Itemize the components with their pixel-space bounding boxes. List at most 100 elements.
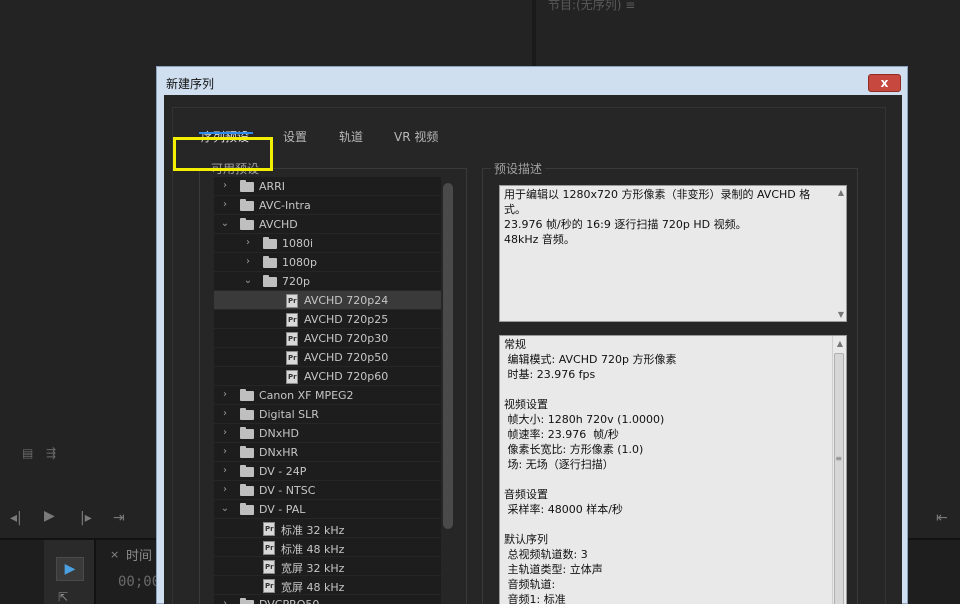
tree-preset-row[interactable]: Pr 宽屏 32 kHz: [214, 557, 441, 576]
details-line: 采样率: 48000 样本/秒: [504, 503, 623, 516]
tree-preset-row[interactable]: Pr 标准 48 kHz: [214, 538, 441, 557]
step-forward-icon[interactable]: |▸: [80, 510, 92, 526]
preset-description-group: 预设描述 用于编辑以 1280x720 方形像素（非变形）录制的 AVCHD 格…: [482, 160, 858, 604]
tree-folder-row[interactable]: › ARRI: [214, 177, 441, 196]
scroll-grip-icon: ≡: [835, 454, 842, 463]
step-back-icon[interactable]: ◂|: [10, 510, 22, 526]
tree-folder-row[interactable]: › AVC-Intra: [214, 196, 441, 215]
details-scroll-up-icon[interactable]: ▲: [837, 339, 843, 348]
expand-icon[interactable]: ⇤: [936, 510, 948, 526]
chevron-down-icon[interactable]: ⌄: [243, 275, 253, 286]
tree-folder-row[interactable]: ⌄ 720p: [214, 272, 441, 291]
tabs-container: 序列预设 设置 轨道 VR 视频 可用预设 › ARRI › AVC-Intra ⌄ AV…: [172, 107, 886, 604]
details-line: 编辑模式: AVCHD 720p 方形像素: [504, 353, 677, 366]
description-textbox[interactable]: 用于编辑以 1280x720 方形像素（非变形）录制的 AVCHD 格式。 23…: [499, 185, 847, 322]
scroll-down-icon[interactable]: ▼: [838, 310, 844, 319]
details-textbox[interactable]: 常规 编辑模式: AVCHD 720p 方形像素 时基: 23.976 fps 视…: [499, 335, 847, 604]
program-monitor-title[interactable]: 节目:(无序列) ≡: [548, 0, 635, 13]
tree-preset-row[interactable]: Pr 宽屏 48 kHz: [214, 576, 441, 595]
details-line: 主轨道类型: 立体声: [504, 563, 603, 576]
folder-icon: [240, 446, 254, 458]
dialog-body: 序列预设 设置 轨道 VR 视频 可用预设 › ARRI › AVC-Intra ⌄ AV…: [164, 95, 902, 604]
export-frame-icon[interactable]: ▤: [22, 446, 33, 460]
tree-row-label: 1080p: [282, 256, 317, 269]
tree-folder-row[interactable]: › DV - NTSC: [214, 481, 441, 500]
selection-tool-icon[interactable]: ▶: [56, 557, 84, 581]
folder-icon: [263, 256, 277, 268]
premiere-preset-icon: Pr: [263, 541, 275, 555]
tree-row-label: Canon XF MPEG2: [259, 389, 354, 402]
tree-row-label: AVC-Intra: [259, 199, 311, 212]
tree-row-label: DNxHD: [259, 427, 299, 440]
chevron-right-icon[interactable]: ›: [243, 237, 253, 248]
tree-preset-row[interactable]: Pr AVCHD 720p25: [214, 310, 441, 329]
details-line: 总视频轨道数: 3: [504, 548, 588, 561]
tree-row-label: ARRI: [259, 180, 286, 193]
insert-icon[interactable]: ⇥: [113, 510, 125, 526]
tree-folder-row[interactable]: › Digital SLR: [214, 405, 441, 424]
premiere-preset-icon: Pr: [286, 294, 298, 308]
folder-icon: [240, 389, 254, 401]
settings-icon[interactable]: ⇶: [46, 446, 56, 460]
premiere-preset-icon: Pr: [263, 579, 275, 593]
tree-preset-row[interactable]: Pr AVCHD 720p24: [214, 291, 441, 310]
chevron-right-icon[interactable]: ›: [220, 180, 230, 191]
timeline-close-icon[interactable]: ×: [110, 548, 119, 561]
preset-tree[interactable]: › ARRI › AVC-Intra ⌄ AVCHD › 1080i › 1080p ⌄ 720p Pr…: [214, 177, 441, 604]
details-line: 默认序列: [504, 533, 548, 546]
tab-vr-video[interactable]: VR 视频: [394, 128, 438, 145]
premiere-preset-icon: Pr: [286, 370, 298, 384]
tab-settings[interactable]: 设置: [283, 128, 307, 145]
tree-folder-row[interactable]: ⌄ AVCHD: [214, 215, 441, 234]
details-line: 音频设置: [504, 488, 548, 501]
tree-folder-row[interactable]: › DV - 24P: [214, 462, 441, 481]
tree-folder-row[interactable]: › Canon XF MPEG2: [214, 386, 441, 405]
details-scroll-thumb[interactable]: [834, 353, 844, 604]
new-sequence-dialog: 新建序列 x 序列预设 设置 轨道 VR 视频 可用预设 › ARRI › AVC-I…: [156, 66, 908, 604]
tab-tracks[interactable]: 轨道: [339, 128, 363, 145]
close-button[interactable]: x: [868, 74, 901, 92]
tree-folder-row[interactable]: › 1080p: [214, 253, 441, 272]
folder-icon: [240, 218, 254, 230]
tab-highlight-annotation: [173, 137, 273, 171]
chevron-right-icon[interactable]: ›: [220, 199, 230, 210]
chevron-right-icon[interactable]: ›: [220, 598, 230, 604]
chevron-right-icon[interactable]: ›: [220, 446, 230, 457]
chevron-right-icon[interactable]: ›: [243, 256, 253, 267]
tree-folder-row[interactable]: › DVCPRO50: [214, 595, 441, 604]
description-text: 用于编辑以 1280x720 方形像素（非变形）录制的 AVCHD 格式。 23…: [504, 188, 811, 246]
tree-folder-row[interactable]: › 1080i: [214, 234, 441, 253]
tree-row-label: AVCHD 720p30: [304, 332, 389, 345]
timeline-tab[interactable]: 时间: [126, 545, 152, 564]
chevron-right-icon[interactable]: ›: [220, 484, 230, 495]
chevron-down-icon[interactable]: ⌄: [220, 503, 230, 514]
folder-icon: [240, 199, 254, 211]
scroll-up-icon[interactable]: ▲: [838, 188, 844, 197]
details-text: 常规 编辑模式: AVCHD 720p 方形像素 时基: 23.976 fps 视…: [504, 337, 830, 604]
tree-folder-row[interactable]: › DNxHD: [214, 424, 441, 443]
chevron-right-icon[interactable]: ›: [220, 465, 230, 476]
tree-preset-row[interactable]: Pr 标准 32 kHz: [214, 519, 441, 538]
premiere-preset-icon: Pr: [286, 351, 298, 365]
tree-folder-row[interactable]: ⌄ DV - PAL: [214, 500, 441, 519]
tree-row-label: DV - 24P: [259, 465, 307, 478]
tree-row-label: Digital SLR: [259, 408, 319, 421]
chevron-right-icon[interactable]: ›: [220, 427, 230, 438]
chevron-right-icon[interactable]: ›: [220, 408, 230, 419]
tree-preset-row[interactable]: Pr AVCHD 720p50: [214, 348, 441, 367]
play-icon[interactable]: ▶: [44, 508, 55, 524]
timecode[interactable]: 00;00: [118, 574, 160, 590]
tree-folder-row[interactable]: › DNxHR: [214, 443, 441, 462]
tree-preset-row[interactable]: Pr AVCHD 720p30: [214, 329, 441, 348]
tree-scrollbar[interactable]: [443, 183, 453, 529]
chevron-right-icon[interactable]: ›: [220, 389, 230, 400]
active-tab-indicator: [199, 132, 253, 134]
track-select-tool-icon[interactable]: ⇱: [58, 590, 68, 604]
chevron-down-icon[interactable]: ⌄: [220, 218, 230, 229]
tree-preset-row[interactable]: Pr AVCHD 720p60: [214, 367, 441, 386]
details-scrollbar[interactable]: ▲ ≡: [832, 336, 846, 604]
folder-icon: [263, 237, 277, 249]
tree-row-label: AVCHD 720p24: [304, 294, 389, 307]
folder-icon: [240, 427, 254, 439]
premiere-preset-icon: Pr: [263, 560, 275, 574]
